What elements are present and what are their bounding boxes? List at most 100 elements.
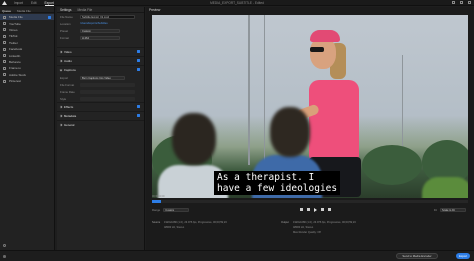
add-destination-icon[interactable] xyxy=(3,244,6,247)
section-captions[interactable]: Captions xyxy=(57,65,144,74)
play-icon[interactable] xyxy=(314,207,317,212)
destination-item-pinterest[interactable]: Pinterest xyxy=(0,78,54,84)
window-controls xyxy=(452,1,471,4)
checkbox-icon[interactable] xyxy=(137,113,140,117)
destination-label: Adobe Stock xyxy=(9,72,27,77)
section-label: Captions xyxy=(64,68,76,72)
step-forward-icon[interactable] xyxy=(321,207,324,211)
source-info: Source 1920x1080 (1.0), 23.976 fps, Progr… xyxy=(152,220,227,230)
destination-label: Media File xyxy=(9,15,23,20)
stock-icon xyxy=(3,73,6,77)
preview-controls: Range Custom Fit Scale to Fit xyxy=(152,207,468,213)
captions-export-label: Export xyxy=(60,75,69,80)
section-label: Audio xyxy=(64,59,72,63)
checkbox-icon[interactable] xyxy=(137,104,140,108)
section-label: Metadata xyxy=(64,114,77,118)
background-pole xyxy=(248,15,250,165)
preset-select[interactable]: Custom xyxy=(80,28,120,33)
frameio-icon xyxy=(3,66,6,70)
step-back-icon[interactable] xyxy=(307,207,310,211)
status-bar: Send to Media Encoder Export xyxy=(0,250,474,261)
subtitle-caption: As a therapist. I have a few ideologies xyxy=(214,171,341,195)
checkbox-checked-icon[interactable] xyxy=(137,58,140,62)
export-button[interactable]: Export xyxy=(456,253,470,259)
preview-panel: Preview As a therapist. I have a few ide… xyxy=(146,7,474,250)
preset-label: Preset xyxy=(60,28,69,33)
youtube-icon xyxy=(3,22,6,26)
destination-list: Media File YouTube Vimeo TikTok Twitter … xyxy=(0,13,54,84)
output-info-line: Max Render Quality: Off xyxy=(293,231,321,235)
send-to-media-encoder-button[interactable]: Send to Media Encoder xyxy=(396,253,438,259)
destination-label: Facebook xyxy=(9,47,23,52)
settings-panel: Settings Media File File Name Subtitle E… xyxy=(57,7,145,250)
linkedin-icon xyxy=(3,54,6,58)
chevron-right-icon xyxy=(59,105,63,109)
settings-title: Settings xyxy=(60,7,72,12)
fit-label: Fit xyxy=(433,207,437,212)
range-label: Range xyxy=(152,208,161,212)
captions-export-row: Export Burn Captions Into Video xyxy=(57,74,144,81)
tab-media-file[interactable]: Media File xyxy=(17,9,31,13)
twitter-icon xyxy=(3,41,6,45)
background-pole xyxy=(264,15,265,165)
destination-label: YouTube xyxy=(9,21,21,26)
section-video[interactable]: Video xyxy=(57,47,144,56)
background-tree xyxy=(362,145,422,185)
title-bar: Import Edit Export MEDIA_EXPORT_SUBTITLE… xyxy=(0,0,474,6)
captions-format-field[interactable] xyxy=(80,82,135,87)
maximize-icon[interactable] xyxy=(460,1,463,4)
checkbox-checked-icon[interactable] xyxy=(137,67,140,71)
destination-label: Vimeo xyxy=(9,27,18,32)
tab-queue[interactable]: Queue xyxy=(2,9,11,13)
file-name-label: File Name xyxy=(60,14,73,19)
range-select[interactable]: Custom xyxy=(163,208,190,212)
captions-export-select[interactable]: Burn Captions Into Video xyxy=(80,75,125,80)
minimize-icon[interactable] xyxy=(452,1,455,4)
source-info-line: 48000 Hz, Stereo xyxy=(164,226,185,230)
output-info-line: 1920x1080 (1.0), 23.976 fps, Progressive… xyxy=(293,221,356,224)
behance-icon xyxy=(3,60,6,64)
subtitle-line-2: have a few ideologies xyxy=(217,183,338,194)
scrubber-progress xyxy=(152,200,162,203)
location-link[interactable]: /Users/Exports/Subtitles xyxy=(80,22,108,25)
facebook-icon xyxy=(3,47,6,51)
format-select[interactable]: H.264 xyxy=(80,35,120,40)
status-icons xyxy=(3,255,6,258)
captions-style-label: Style xyxy=(60,96,67,101)
captions-frame-label: Frame Rate xyxy=(60,89,75,94)
file-name-row: File Name Subtitle Export_01.mp4 xyxy=(57,13,144,20)
destination-label: LinkedIn xyxy=(9,53,21,58)
close-icon[interactable] xyxy=(468,1,471,4)
format-row: Format H.264 xyxy=(57,34,144,41)
woman-sunglasses xyxy=(310,47,324,52)
section-effects[interactable]: Effects xyxy=(57,102,144,111)
section-metadata[interactable]: Metadata xyxy=(57,111,144,120)
captions-frame-field[interactable] xyxy=(80,89,135,94)
captions-format-row: File Format xyxy=(57,81,144,88)
scrubber-bar[interactable] xyxy=(152,200,468,203)
destination-label: TikTok xyxy=(9,34,18,39)
checkbox-checked-icon[interactable] xyxy=(137,49,140,53)
fit-control: Fit Scale to Fit xyxy=(433,207,466,212)
checkbox-checked-icon[interactable] xyxy=(48,15,51,19)
output-info: Output 1920x1080 (1.0), 23.976 fps, Progr… xyxy=(281,220,356,236)
mark-out-icon[interactable] xyxy=(328,207,331,211)
status-icon xyxy=(3,255,6,258)
mark-in-icon[interactable] xyxy=(300,207,303,211)
chevron-down-icon xyxy=(59,68,63,72)
preview-header: Preview xyxy=(146,7,474,13)
section-label: General xyxy=(64,123,75,127)
woman-shirt xyxy=(309,80,359,160)
file-name-input[interactable]: Subtitle Export_01.mp4 xyxy=(80,14,135,19)
source-panel: Queue Media File Media File YouTube Vime… xyxy=(0,7,55,250)
fit-select[interactable]: Scale to Fit xyxy=(440,207,466,212)
destination-label: Twitter xyxy=(9,40,18,45)
chevron-right-icon xyxy=(59,59,63,63)
section-general[interactable]: General xyxy=(57,120,144,129)
video-preview[interactable]: As a therapist. I have a few ideologies xyxy=(152,15,468,198)
captions-style-field[interactable] xyxy=(80,96,135,101)
captions-format-label: File Format xyxy=(60,82,75,87)
woman-cap xyxy=(310,30,340,42)
section-audio[interactable]: Audio xyxy=(57,56,144,65)
source-footer xyxy=(3,244,6,247)
